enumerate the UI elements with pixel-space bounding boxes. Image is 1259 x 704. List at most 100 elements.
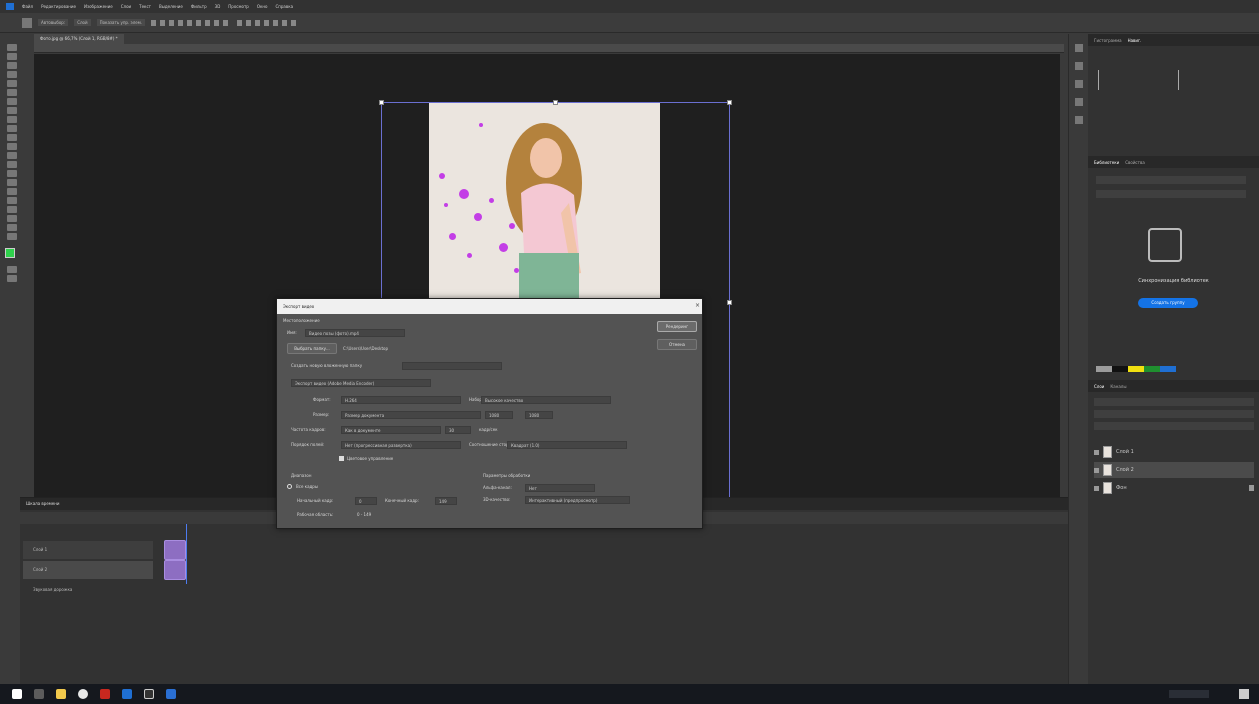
tab-navigator[interactable]: Навиг.: [1128, 38, 1142, 43]
all-frames-radio[interactable]: [287, 484, 292, 489]
create-group-button[interactable]: Создать группу: [1138, 298, 1198, 308]
eraser-tool-icon[interactable]: [7, 143, 17, 150]
document-tab[interactable]: Фото.jpg @ 66,7% (Слой 1, RGB/8#) *: [34, 34, 124, 44]
stamp-tool-icon[interactable]: [7, 125, 17, 132]
tab-properties[interactable]: Свойства: [1125, 160, 1145, 165]
system-tray[interactable]: [1169, 690, 1209, 698]
library-select[interactable]: [1096, 176, 1246, 184]
app-icon[interactable]: [144, 689, 154, 699]
screen-mode-icon[interactable]: [7, 275, 17, 282]
dodge-tool-icon[interactable]: [7, 170, 17, 177]
color-swatches[interactable]: [5, 248, 19, 264]
3d-quality-select[interactable]: Интерактивный (предпросмотр): [525, 496, 630, 504]
tab-layers[interactable]: Слои: [1094, 384, 1104, 389]
aspect-select[interactable]: Квадрат (1.0): [507, 441, 627, 449]
brush-settings-icon[interactable]: [1074, 98, 1083, 106]
cancel-button[interactable]: Отмена: [657, 339, 697, 350]
size-select[interactable]: Размер документа: [341, 411, 481, 419]
eyedropper-tool-icon[interactable]: [7, 98, 17, 105]
close-icon[interactable]: ×: [695, 302, 700, 309]
notifications-icon[interactable]: [1239, 689, 1249, 699]
export-type-select[interactable]: Экспорт видео (Adobe Media Encoder): [291, 379, 431, 387]
tab-libraries[interactable]: Библиотеки: [1094, 160, 1119, 165]
path-select-tool-icon[interactable]: [7, 197, 17, 204]
menu-window[interactable]: Окно: [257, 4, 268, 9]
marquee-tool-icon[interactable]: [7, 53, 17, 60]
transform-handle[interactable]: [553, 100, 558, 105]
select-folder-button[interactable]: Выбрать папку...: [287, 343, 337, 354]
menu-filter[interactable]: Фильтр: [191, 4, 207, 9]
transform-handle[interactable]: [727, 100, 732, 105]
hand-tool-icon[interactable]: [7, 215, 17, 222]
visibility-eye-icon[interactable]: [1094, 467, 1099, 473]
app-icon[interactable]: [166, 689, 176, 699]
menu-select[interactable]: Выделение: [159, 4, 183, 9]
library-search-input[interactable]: [1096, 190, 1246, 198]
foreground-color[interactable]: [5, 248, 15, 258]
move-tool-icon[interactable]: [7, 44, 17, 51]
zoom-tool-icon[interactable]: [7, 224, 17, 231]
render-button[interactable]: Рендеринг: [657, 321, 697, 332]
align-icons[interactable]: [151, 19, 232, 26]
shape-tool-icon[interactable]: [7, 206, 17, 213]
play-icon[interactable]: [1074, 62, 1083, 70]
fps-input[interactable]: 30: [445, 426, 471, 434]
subfolder-checkbox[interactable]: Создать новую вложенную папку: [291, 363, 362, 368]
file-explorer-icon[interactable]: [56, 689, 66, 699]
windows-start-icon[interactable]: [12, 689, 22, 699]
name-input[interactable]: Видео позы (фото).mp4: [305, 329, 405, 337]
audio-track-header[interactable]: Звуковая дорожка: [23, 581, 153, 599]
playhead[interactable]: [186, 524, 187, 584]
swatch-gray[interactable]: [1096, 366, 1112, 372]
chrome-icon[interactable]: [78, 689, 88, 699]
video-clip[interactable]: [164, 560, 186, 580]
history-icon[interactable]: [1074, 44, 1083, 52]
layer-row-selected[interactable]: Слой 2: [1094, 462, 1254, 478]
menu-view[interactable]: Просмотр: [228, 4, 249, 9]
swatch-black[interactable]: [1112, 366, 1128, 372]
quick-mask-icon[interactable]: [7, 266, 17, 273]
field-order-select[interactable]: Нет (прогрессивная развертка): [341, 441, 461, 449]
menu-file[interactable]: Файл: [22, 4, 33, 9]
subfolder-input[interactable]: [402, 362, 502, 370]
transform-handle[interactable]: [727, 300, 732, 305]
track-header-selected[interactable]: Слой 2: [23, 561, 153, 579]
menu-3d[interactable]: 3D: [215, 4, 221, 9]
menu-layer[interactable]: Слои: [121, 4, 131, 9]
format-select[interactable]: H.264: [341, 396, 461, 404]
swatch-blue[interactable]: [1160, 366, 1176, 372]
layer-row[interactable]: Слой 1: [1094, 444, 1254, 460]
more-tools-icon[interactable]: [7, 233, 17, 240]
type-tool-icon[interactable]: [7, 188, 17, 195]
swatch-green[interactable]: [1144, 366, 1160, 372]
transform-handle[interactable]: [379, 100, 384, 105]
autoselect-label[interactable]: Автовыбор:: [38, 19, 69, 26]
quick-select-tool-icon[interactable]: [7, 71, 17, 78]
autoselect-target[interactable]: Слой: [74, 19, 91, 26]
blend-mode-select[interactable]: [1094, 410, 1254, 418]
brush-tool-icon[interactable]: [7, 116, 17, 123]
frame-tool-icon[interactable]: [7, 89, 17, 96]
visibility-eye-icon[interactable]: [1094, 485, 1099, 491]
alpha-select[interactable]: Нет: [525, 484, 595, 492]
distribute-icons[interactable]: [237, 19, 298, 26]
video-clip[interactable]: [164, 540, 186, 560]
layer-row[interactable]: Фон: [1094, 480, 1254, 496]
visibility-eye-icon[interactable]: [1094, 449, 1099, 455]
tab-histogram[interactable]: Гистограмма: [1094, 38, 1122, 43]
healing-tool-icon[interactable]: [7, 107, 17, 114]
color-management-checkbox[interactable]: [339, 456, 344, 461]
menu-type[interactable]: Текст: [139, 4, 151, 9]
fps-select[interactable]: Как в документе: [341, 426, 441, 434]
width-input[interactable]: 1080: [485, 411, 513, 419]
lasso-tool-icon[interactable]: [7, 62, 17, 69]
menu-help[interactable]: Справка: [275, 4, 293, 9]
start-frame-input[interactable]: 0: [355, 497, 377, 505]
history-brush-tool-icon[interactable]: [7, 134, 17, 141]
show-transform-controls[interactable]: Показать упр. элем.: [96, 19, 146, 26]
menu-edit[interactable]: Редактирование: [41, 4, 76, 9]
move-tool-icon[interactable]: [22, 17, 32, 28]
tab-channels[interactable]: Каналы: [1110, 384, 1126, 389]
pen-tool-icon[interactable]: [7, 179, 17, 186]
preset-select[interactable]: Высокое качество: [481, 396, 611, 404]
